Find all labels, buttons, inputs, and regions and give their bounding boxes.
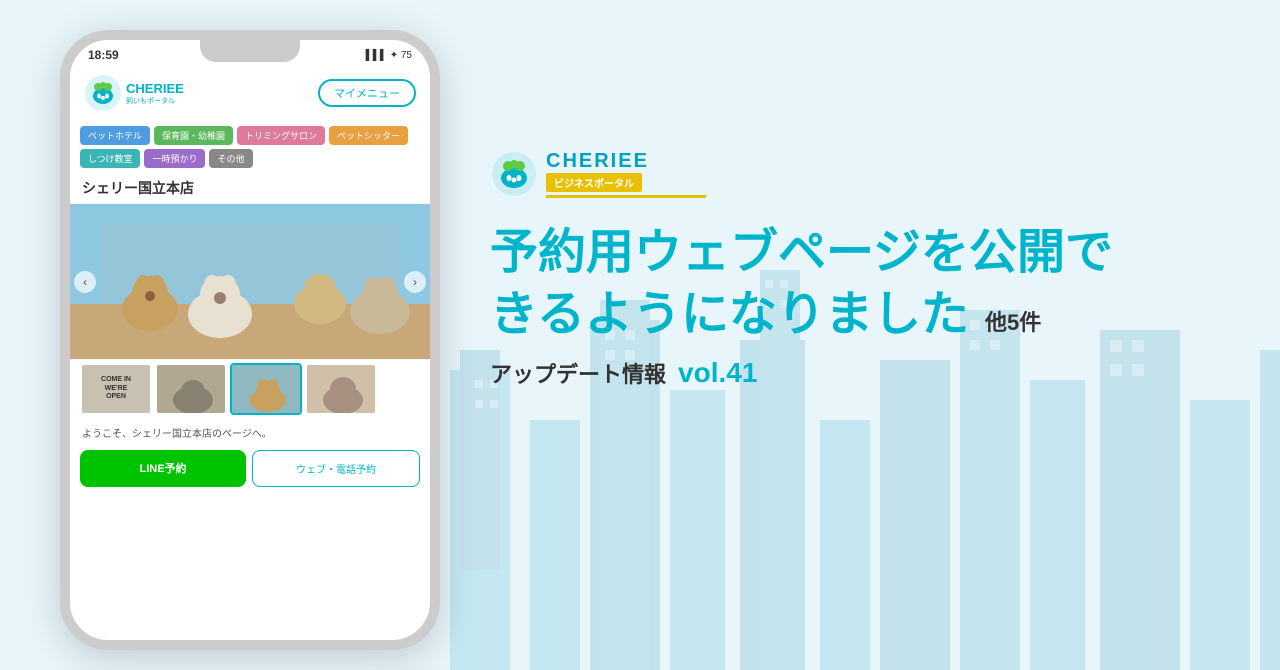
main-image-area: ‹ › (70, 204, 430, 359)
line-booking-button[interactable]: LINE予約 (80, 450, 246, 487)
other-count: 他5件 (985, 309, 1041, 338)
tag-pet-sitter[interactable]: ペットシッター (329, 126, 408, 145)
logo-subtitle-row: ビジネスポータル (546, 173, 706, 192)
app-logo: CHERIEE 飼いもポータル (84, 74, 184, 112)
headline-line1: 予約用ウェブページを公開で (490, 222, 1240, 284)
tag-nursery[interactable]: 保育園・幼稚園 (154, 126, 233, 145)
logo-sub: ビジネスポータル (546, 173, 642, 192)
logo-text-group: CHERIEE 飼いもポータル (126, 81, 184, 106)
thumbnail-row: COME INWE'REOPEN (70, 359, 430, 419)
phone-time: 18:59 (88, 48, 119, 62)
app-name: CHERIEE (126, 81, 184, 96)
action-buttons: LINE予約 ウェブ・電話予約 (70, 446, 430, 491)
tag-other[interactable]: その他 (209, 149, 252, 168)
tag-pet-hotel[interactable]: ペットホテル (80, 126, 150, 145)
status-icons: ▌▌▌ ✦ 75 (366, 50, 412, 61)
update-label: アップデート情報 (490, 357, 666, 389)
cheriee-icon (490, 150, 538, 198)
web-phone-booking-button[interactable]: ウェブ・電話予約 (252, 450, 420, 487)
prev-arrow[interactable]: ‹ (74, 271, 96, 293)
phone-frame: 18:59 ▌▌▌ ✦ 75 CHERIEE 飼いもポ (60, 30, 440, 650)
thumbnail-3[interactable] (230, 363, 302, 415)
headline-line2-row: きるようになりました 他5件 (490, 284, 1240, 346)
thumb-img-2 (157, 365, 227, 415)
thumbnail-4[interactable] (305, 363, 377, 415)
next-arrow[interactable]: › (404, 271, 426, 293)
tag-training[interactable]: しつけ教室 (80, 149, 140, 168)
logo-underline (546, 195, 706, 198)
cheriee-business-logo: CHERIEE ビジネスポータル (490, 150, 1240, 198)
dogs-image (70, 204, 430, 359)
cheriee-logo-icon (84, 74, 122, 112)
headline-line2: きるようになりました (490, 284, 969, 346)
thumbnail-2[interactable] (155, 363, 227, 415)
store-name: シェリー国立本店 (70, 174, 430, 204)
app-header: CHERIEE 飼いもポータル マイメニュー (70, 66, 430, 120)
tag-row: ペットホテル 保育園・幼稚園 トリミングサロン ペットシッター しつけ教室 一時… (70, 120, 430, 174)
thumbnail-1[interactable]: COME INWE'REOPEN (80, 363, 152, 415)
welcome-text: ようこそ、シェリー国立本店のページへ。 (70, 419, 430, 446)
thumb-img-3 (232, 365, 302, 415)
phone-mockup: 18:59 ▌▌▌ ✦ 75 CHERIEE 飼いもポ (60, 30, 480, 670)
tag-temp-care[interactable]: 一時預かり (144, 149, 205, 168)
menu-button[interactable]: マイメニュー (318, 79, 416, 107)
main-headline: 予約用ウェブページを公開で きるようになりました 他5件 (490, 222, 1240, 347)
update-vol: vol.41 (678, 357, 757, 389)
app-tagline: 飼いもポータル (126, 96, 184, 106)
phone-notch (200, 40, 300, 62)
logo-text-block: CHERIEE ビジネスポータル (546, 150, 706, 198)
logo-name: CHERIEE (546, 150, 706, 173)
thumb-img-4 (307, 365, 377, 415)
right-content: CHERIEE ビジネスポータル 予約用ウェブページを公開で きるようになりまし… (490, 150, 1240, 389)
update-info-row: アップデート情報 vol.41 (490, 357, 1240, 389)
open-sign-thumb: COME INWE'REOPEN (82, 365, 150, 413)
tag-trimming[interactable]: トリミングサロン (237, 126, 325, 145)
